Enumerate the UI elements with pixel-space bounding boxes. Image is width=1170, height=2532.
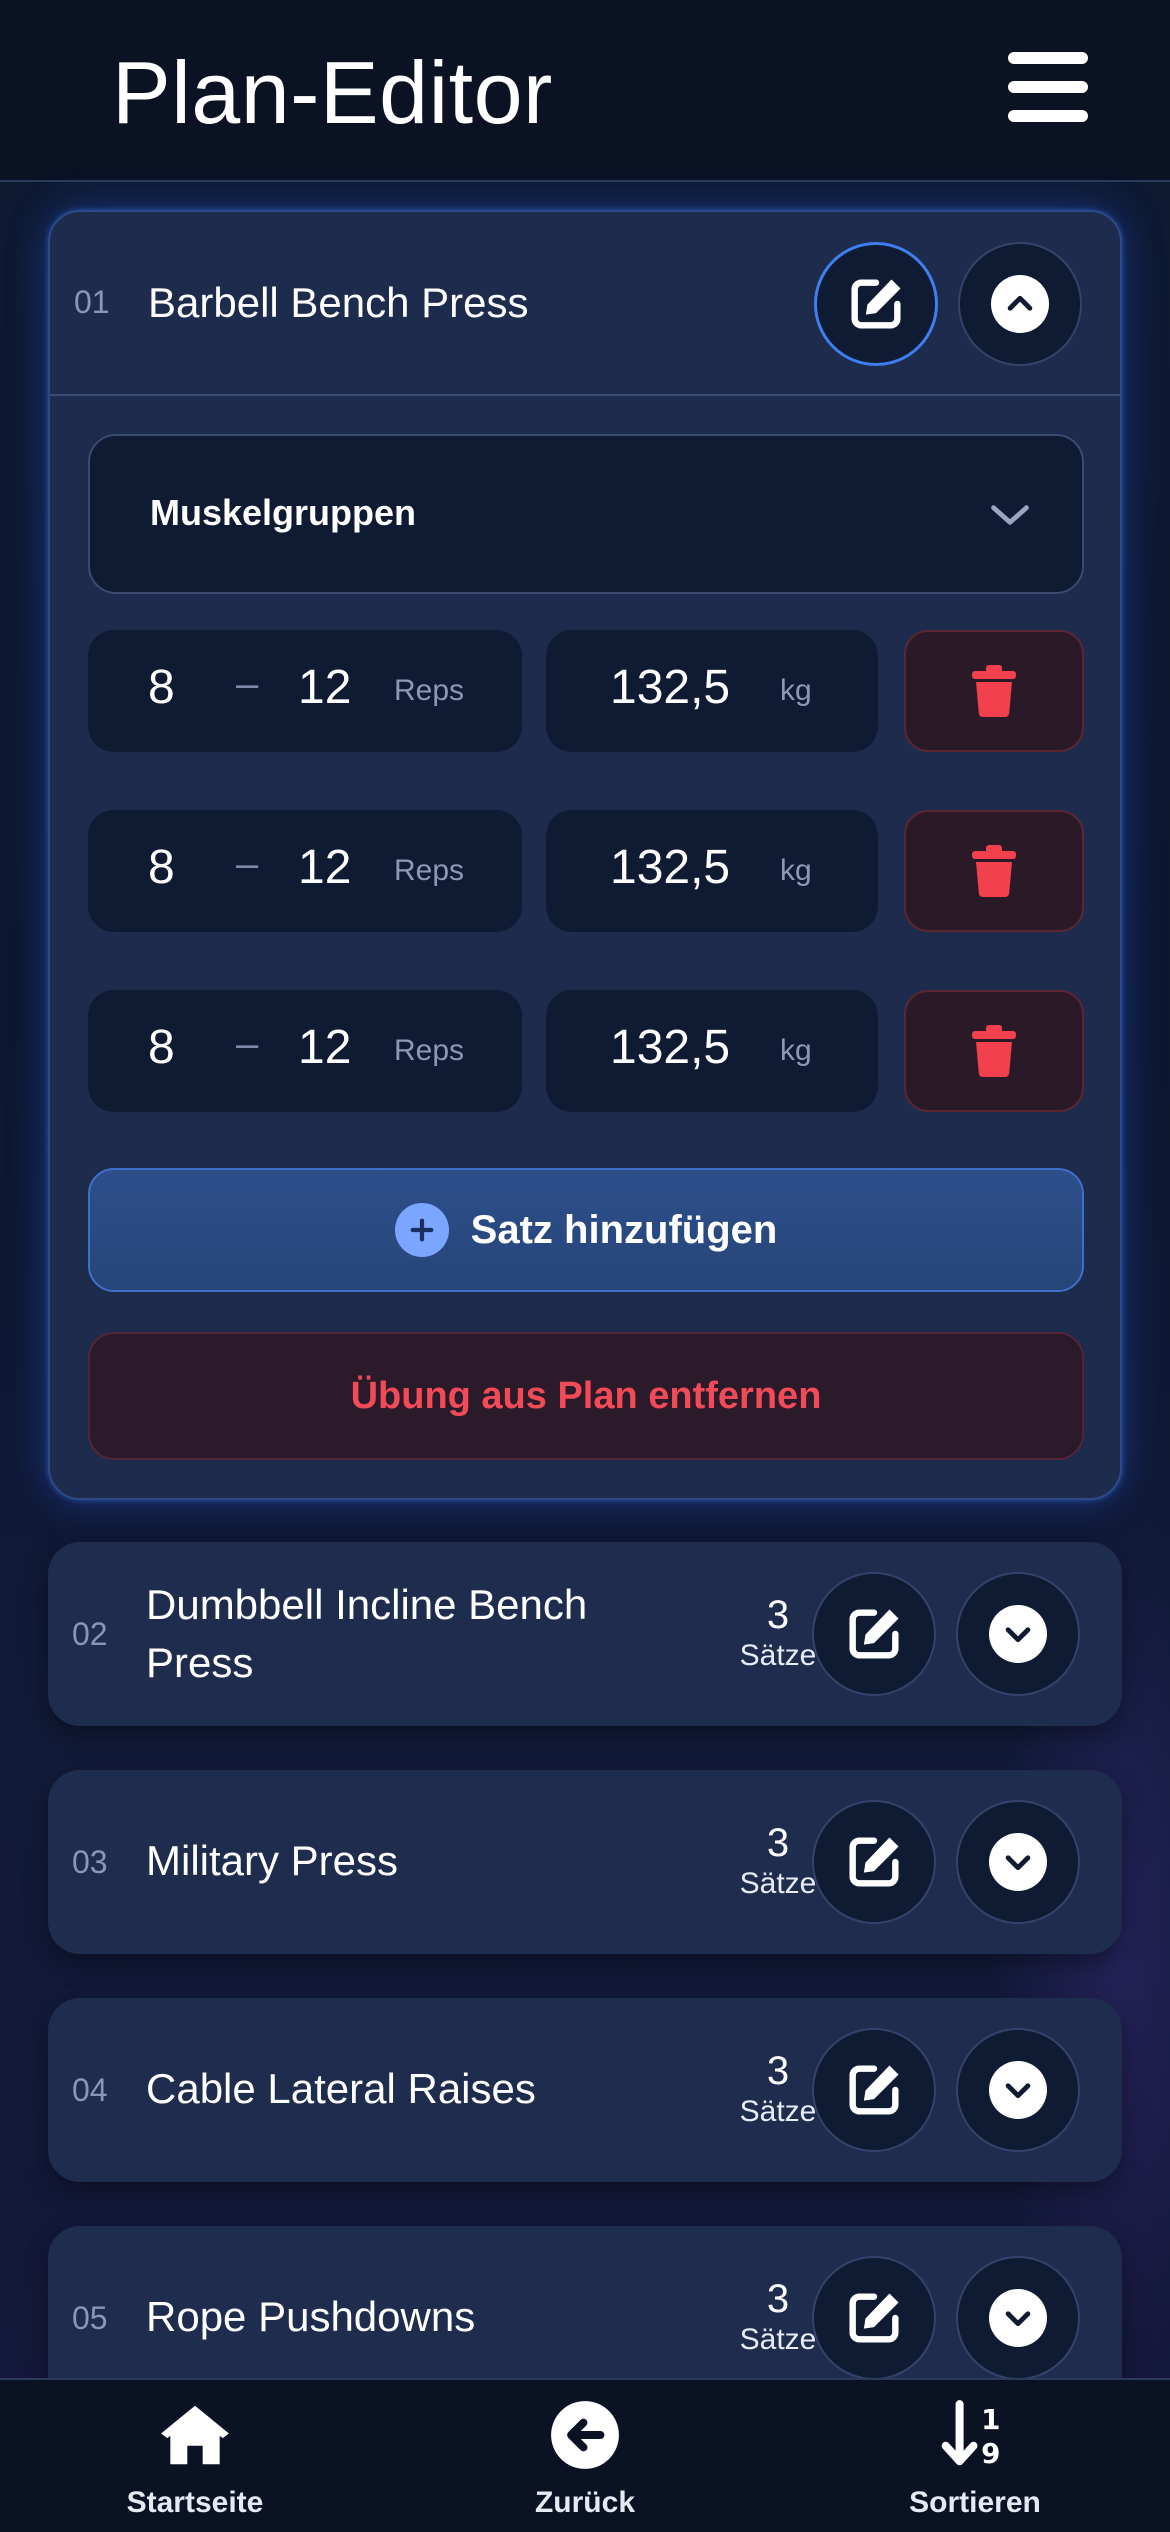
exercise-card[interactable]: 04 Cable Lateral Raises 3 Sätze xyxy=(48,1998,1122,2182)
expand-button[interactable] xyxy=(956,1572,1080,1696)
exercise-index: 04 xyxy=(72,2072,108,2108)
weight-unit: kg xyxy=(780,854,812,887)
exercise-index: 03 xyxy=(72,1844,108,1880)
exercise-name: Cable Lateral Raises xyxy=(146,2065,536,2112)
chevron-up-icon xyxy=(991,275,1049,333)
reps-range-field[interactable]: 8 – 12 Reps xyxy=(88,990,522,1112)
edit-icon xyxy=(849,1837,899,1887)
expand-button[interactable] xyxy=(956,2028,1080,2152)
nav-sort-label: Sortieren xyxy=(909,2486,1041,2519)
weight-field[interactable]: 132,5 kg xyxy=(546,630,878,752)
set-row: 8 – 12 Reps 132,5 kg xyxy=(88,630,1084,752)
svg-text:1: 1 xyxy=(981,2403,1000,2436)
svg-text:9: 9 xyxy=(981,2437,1000,2470)
set-row: 8 – 12 Reps 132,5 kg xyxy=(88,990,1084,1112)
nav-back[interactable]: Zurück xyxy=(435,2380,735,2532)
edit-icon xyxy=(849,2293,899,2343)
reps-unit: Reps xyxy=(394,1034,465,1067)
muscle-group-label: Muskelgruppen xyxy=(150,492,417,533)
exercise-index: 01 xyxy=(74,284,110,320)
weight-value[interactable]: 132,5 xyxy=(610,1020,730,1075)
hamburger-menu-icon[interactable] xyxy=(1008,52,1088,122)
chevron-down-icon xyxy=(989,1605,1047,1663)
reps-dash: – xyxy=(236,1022,259,1066)
expand-button[interactable] xyxy=(956,2256,1080,2380)
arrow-left-circle-icon xyxy=(551,2401,619,2469)
delete-set-button[interactable] xyxy=(904,990,1084,1112)
weight-unit: kg xyxy=(780,1034,812,1067)
collapse-button[interactable] xyxy=(958,242,1082,366)
weight-unit: kg xyxy=(780,674,812,707)
chevron-down-icon xyxy=(989,2289,1047,2347)
reps-unit: Reps xyxy=(394,854,465,887)
nav-home[interactable]: Startseite xyxy=(45,2380,345,2532)
remove-exercise-button[interactable]: Übung aus Plan entfernen xyxy=(88,1332,1084,1460)
nav-back-label: Zurück xyxy=(534,2486,636,2519)
add-set-label: Satz hinzufügen xyxy=(470,1207,778,1252)
trash-icon xyxy=(972,845,1016,897)
delete-set-button[interactable] xyxy=(904,630,1084,752)
reps-max-value[interactable]: 12 xyxy=(298,840,351,895)
bottom-navigation: Startseite Zurück 1 9 Sortieren xyxy=(0,2378,1170,2532)
exercise-index: 02 xyxy=(72,1616,108,1652)
trash-icon xyxy=(972,665,1016,717)
exercise-name: Rope Pushdowns xyxy=(146,2293,476,2340)
set-row: 8 – 12 Reps 132,5 kg xyxy=(88,810,1084,932)
edit-exercise-button[interactable] xyxy=(814,242,938,366)
exercise-card[interactable]: 02 Dumbbell Incline Bench Press 3 Sätze xyxy=(48,1542,1122,1726)
reps-dash: – xyxy=(236,662,259,706)
plan-editor-screen: Plan-Editor 01 Barbell Bench Press Muske… xyxy=(0,0,1170,2532)
edit-exercise-button[interactable] xyxy=(812,1572,936,1696)
reps-min-value[interactable]: 8 xyxy=(148,1020,175,1075)
app-header: Plan-Editor xyxy=(0,0,1170,182)
weight-value[interactable]: 132,5 xyxy=(610,660,730,715)
delete-set-button[interactable] xyxy=(904,810,1084,932)
reps-max-value[interactable]: 12 xyxy=(298,1020,351,1075)
muscle-group-select[interactable]: Muskelgruppen xyxy=(88,434,1084,594)
exercise-card-header[interactable]: 01 Barbell Bench Press xyxy=(50,212,1120,396)
weight-value[interactable]: 132,5 xyxy=(610,840,730,895)
edit-exercise-button[interactable] xyxy=(812,1800,936,1924)
reps-dash: – xyxy=(236,842,259,886)
page-title: Plan-Editor xyxy=(112,43,553,142)
exercise-name: Military Press xyxy=(146,1837,399,1884)
exercise-name-line: Dumbbell Incline Bench xyxy=(146,1581,588,1628)
exercise-name-line: Press xyxy=(146,1639,254,1686)
reps-min-value[interactable]: 8 xyxy=(148,840,175,895)
edit-icon xyxy=(849,1609,899,1659)
exercise-card[interactable]: 03 Military Press 3 Sätze xyxy=(48,1770,1122,1954)
home-icon xyxy=(161,2405,229,2465)
exercise-index: 05 xyxy=(72,2300,108,2336)
add-set-button[interactable]: Satz hinzufügen xyxy=(88,1168,1084,1292)
chevron-down-icon xyxy=(991,505,1029,525)
edit-exercise-button[interactable] xyxy=(812,2028,936,2152)
expand-button[interactable] xyxy=(956,1800,1080,1924)
chevron-down-icon xyxy=(989,2061,1047,2119)
weight-field[interactable]: 132,5 kg xyxy=(546,990,878,1112)
exercise-name: Barbell Bench Press xyxy=(148,279,529,326)
reps-min-value[interactable]: 8 xyxy=(148,660,175,715)
edit-icon xyxy=(851,279,901,329)
plus-circle-icon xyxy=(394,1203,449,1257)
sort-numeric-icon: 1 9 xyxy=(941,2400,1000,2470)
edit-exercise-button[interactable] xyxy=(812,2256,936,2380)
reps-range-field[interactable]: 8 – 12 Reps xyxy=(88,810,522,932)
exercise-name: Dumbbell Incline Bench Press xyxy=(146,1576,587,1692)
edit-icon xyxy=(849,2065,899,2115)
reps-unit: Reps xyxy=(394,674,465,707)
weight-field[interactable]: 132,5 kg xyxy=(546,810,878,932)
trash-icon xyxy=(972,1025,1016,1077)
nav-home-label: Startseite xyxy=(126,2486,264,2519)
remove-exercise-label: Übung aus Plan entfernen xyxy=(350,1374,822,1417)
reps-range-field[interactable]: 8 – 12 Reps xyxy=(88,630,522,752)
exercise-card-expanded: 01 Barbell Bench Press Muskelgruppen 8 –… xyxy=(48,210,1122,1500)
reps-max-value[interactable]: 12 xyxy=(298,660,351,715)
chevron-down-icon xyxy=(989,1833,1047,1891)
nav-sort[interactable]: 1 9 Sortieren xyxy=(825,2380,1125,2532)
